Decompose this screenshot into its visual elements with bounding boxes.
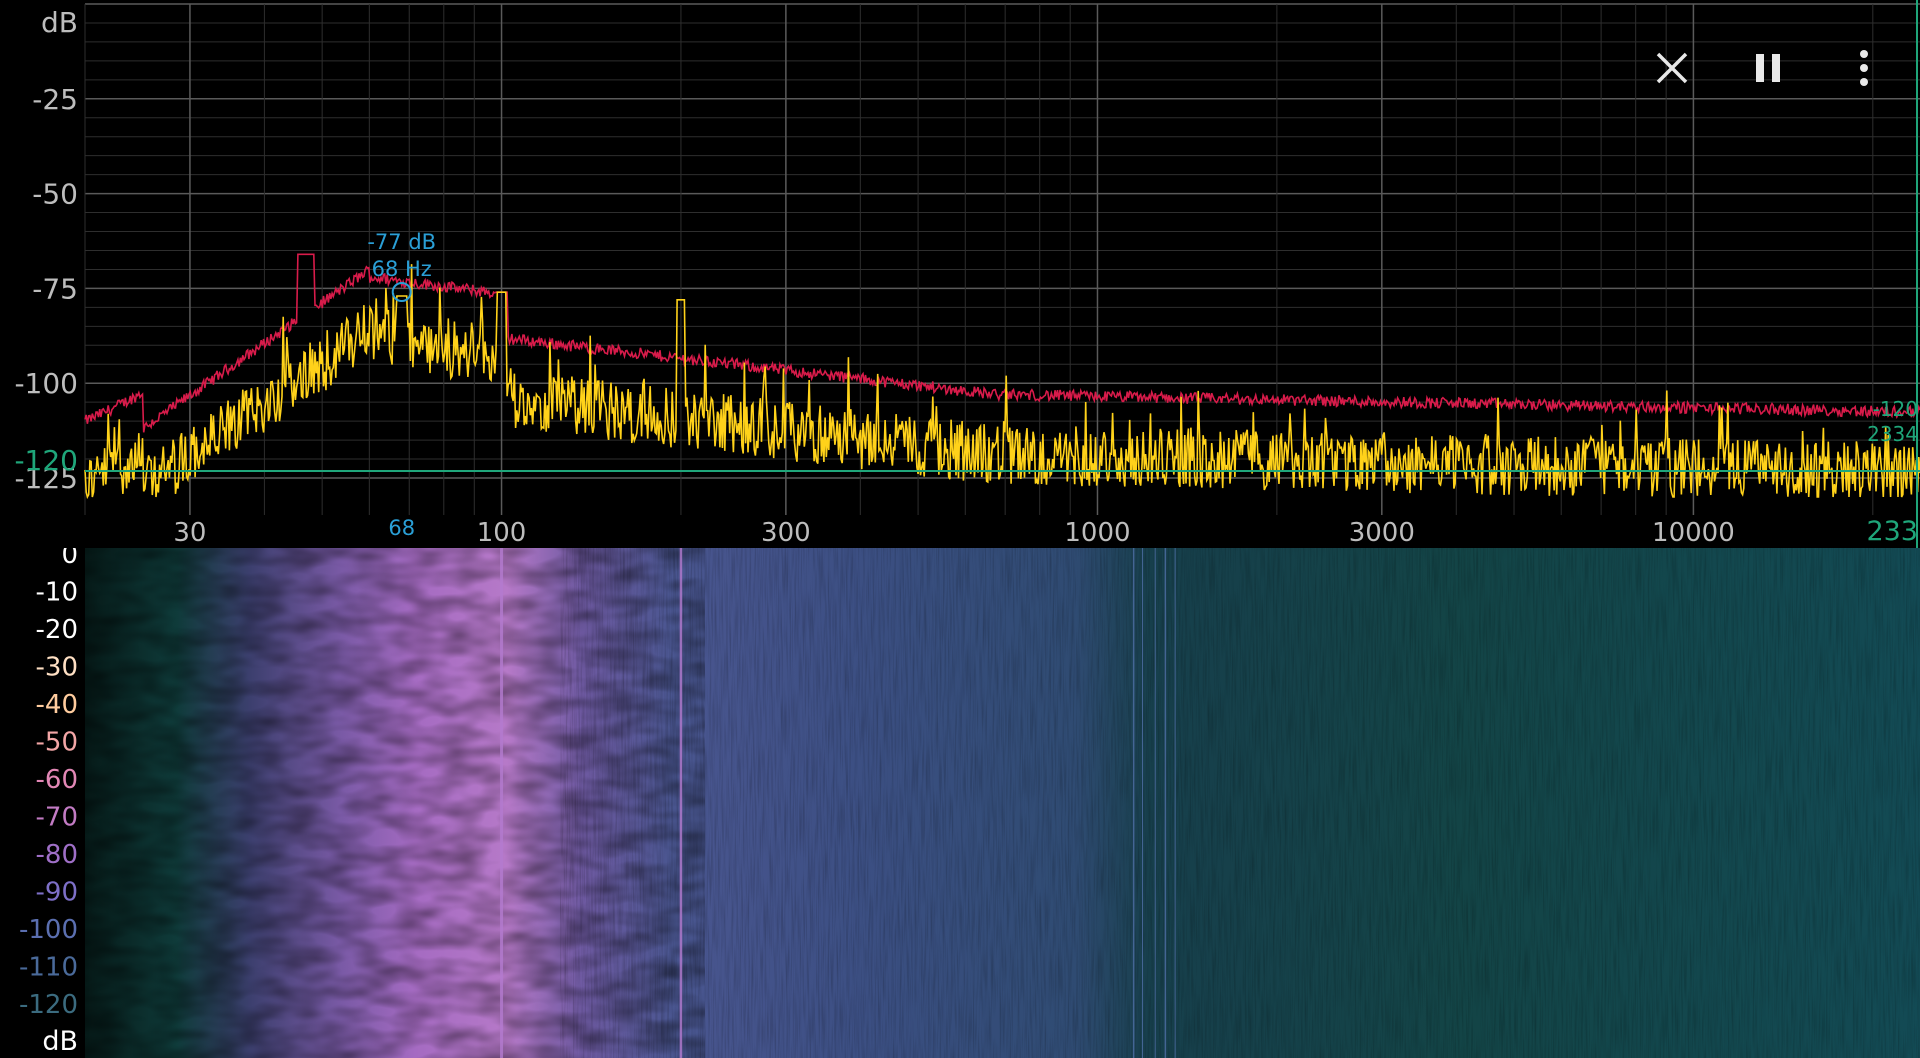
spectrogram-scale-label: -70 (36, 803, 78, 833)
y-tick-label: -25 (32, 83, 78, 116)
y-tick-label: -50 (32, 178, 78, 211)
spectrogram-scale-label: -60 (36, 765, 78, 795)
close-button[interactable] (1644, 40, 1700, 96)
x-tick-label: 100 (477, 518, 527, 548)
spectrogram-scale-label: 0 (61, 548, 78, 570)
spectrogram-waterfall[interactable]: 0 -10 -20 -30 -40 -50 -60 -70 -80 -90 -100 -110 -120… (0, 548, 1920, 1058)
spectrogram-db-unit: dB (42, 1026, 78, 1057)
x-tick-label: 10000 (1652, 518, 1735, 548)
x-tick-label: 30 (173, 518, 206, 548)
y-tick-label: -100 (14, 367, 78, 400)
cursor-axis-label: 68 (388, 516, 415, 540)
more-vertical-icon (1860, 50, 1868, 86)
analyzer-screen: -25 -50 -75 -100 -125 30 100 300 1000 3000 10000 … (0, 0, 1920, 1058)
cursor-db-readout: -77 dB (367, 230, 436, 254)
pause-icon (1756, 54, 1780, 82)
ref-level-label: -120 (14, 444, 78, 477)
spectrogram-scale-label: -40 (36, 690, 78, 720)
spectrogram-scale-label: -120 (19, 990, 78, 1020)
spectrogram-scale-label: -80 (36, 840, 78, 870)
spectrogram-scale-label: -100 (19, 915, 78, 945)
y-axis-unit: dB (41, 6, 78, 39)
y-tick-label: -75 (32, 272, 78, 305)
spectrogram-scale-label: -90 (36, 878, 78, 908)
close-icon (1656, 52, 1688, 84)
pause-button[interactable] (1740, 40, 1796, 96)
spectrum-plot[interactable]: -25-50-75-100-125 30 100 300 1000 3000 10000 … (0, 0, 1920, 548)
x-edge-frequency-label: 233 (1866, 516, 1918, 547)
ref-level-right-label: -120 (1873, 397, 1918, 421)
toolbar (1644, 40, 1892, 96)
x-tick-label: 3000 (1349, 518, 1415, 548)
ref-freq-right-label: 2334 (1867, 422, 1918, 446)
x-tick-label: 1000 (1064, 518, 1130, 548)
spectrogram-scale-label: -10 (36, 578, 78, 608)
spectrogram-scale-label: -110 (19, 953, 78, 983)
spectrogram-scale-label: -50 (36, 728, 78, 758)
spectrogram-scale-label: -30 (36, 653, 78, 683)
cursor-hz-readout: 68 Hz (372, 257, 432, 281)
x-tick-label: 300 (761, 518, 811, 548)
spectrogram-scale-label: -20 (36, 615, 78, 645)
more-options-button[interactable] (1836, 40, 1892, 96)
